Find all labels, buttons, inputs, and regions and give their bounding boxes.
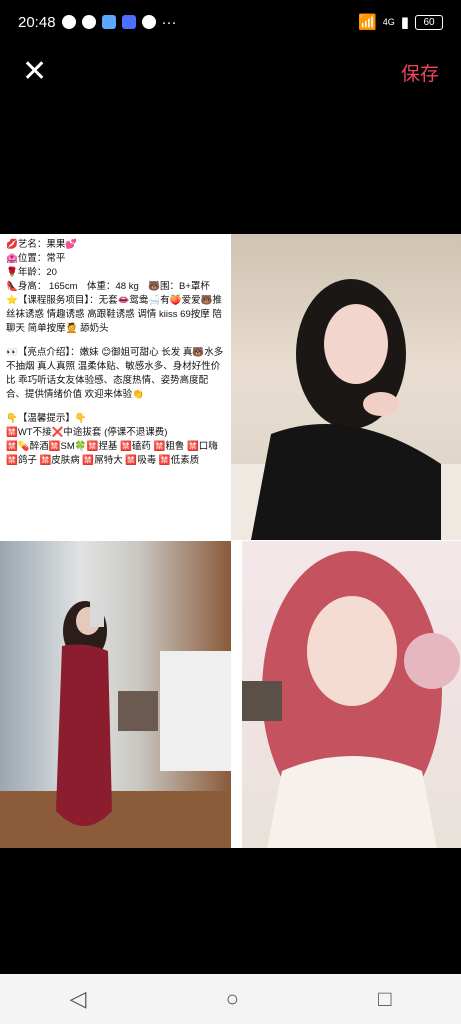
profile-text-card: 💋艺名：果果💕 🏩位置：常平 🌹年龄：20 👠身高： 165cm 体重：48 k… bbox=[0, 234, 231, 540]
recents-icon[interactable]: □ bbox=[378, 986, 391, 1012]
photo-3-art bbox=[242, 551, 460, 848]
profile-line: 🌹年龄：20 bbox=[6, 267, 57, 278]
photo-mirror-selfie bbox=[0, 541, 231, 848]
browser-icon bbox=[101, 15, 116, 29]
chat-bubble-icon bbox=[81, 15, 96, 29]
app-icon bbox=[121, 15, 136, 29]
qq-icon bbox=[61, 15, 76, 29]
home-icon[interactable]: ○ bbox=[226, 986, 239, 1012]
status-left: 20:48 ··· bbox=[18, 14, 177, 31]
system-navigation-bar: ◁ ○ □ bbox=[0, 974, 461, 1024]
profile-line: 🏩位置：常平 bbox=[6, 253, 66, 264]
status-right: 📶 4G ▮ 60 bbox=[358, 13, 443, 31]
save-button[interactable]: 保存 bbox=[401, 59, 439, 86]
profile-line: 👠身高： 165cm 体重：48 kg 🐻围：B+罩杯 bbox=[6, 281, 210, 292]
profile-line: 👀【亮点介绍】：嫩妹 😊御姐可甜心 长发 真🐻水多 不抽烟 真人真照 温柔体贴、… bbox=[6, 347, 224, 400]
toolbar: ✕ 保存 bbox=[0, 50, 461, 94]
wechat-icon bbox=[141, 15, 156, 29]
profile-line: 🈲WT不接❌中途拔套 (停课不退课费) bbox=[6, 427, 168, 438]
profile-line: ⭐【课程服务项目】：无套👄鸳鸯🛁有🍑爱爱🐻推 丝袜诱惑 情趣诱惑 高跟鞋诱惑 调… bbox=[6, 295, 231, 334]
profile-line: 🈲💊醉酒🈲SM🍀🈲捏基 🈲磕药 🈲粗鲁 🈲口嗨 🈲鸽子 🈲皮肤病 🈲屌特大 🈲吸… bbox=[6, 441, 218, 466]
image-preview[interactable]: 💋艺名：果果💕 🏩位置：常平 🌹年龄：20 👠身高： 165cm 体重：48 k… bbox=[0, 234, 461, 848]
photo-portrait-pink-hair bbox=[242, 541, 461, 848]
more-indicator: ··· bbox=[161, 13, 177, 31]
battery-indicator: 60 bbox=[415, 14, 443, 30]
network-label: 4G bbox=[382, 17, 395, 27]
close-icon[interactable]: ✕ bbox=[22, 57, 47, 87]
signal-icon: ▮ bbox=[400, 14, 409, 31]
photo-portrait-bed bbox=[231, 234, 461, 540]
clock: 20:48 bbox=[18, 13, 56, 31]
wifi-icon: 📶 bbox=[358, 14, 377, 31]
back-icon[interactable]: ◁ bbox=[70, 986, 87, 1012]
photo-1-art bbox=[231, 279, 461, 540]
status-bar: 20:48 ··· 📶 4G ▮ 60 bbox=[0, 0, 461, 44]
photo-2-art bbox=[0, 601, 231, 848]
profile-line: 👇【温馨提示】👇 bbox=[6, 413, 87, 424]
profile-line: 💋艺名：果果💕 bbox=[6, 239, 78, 250]
